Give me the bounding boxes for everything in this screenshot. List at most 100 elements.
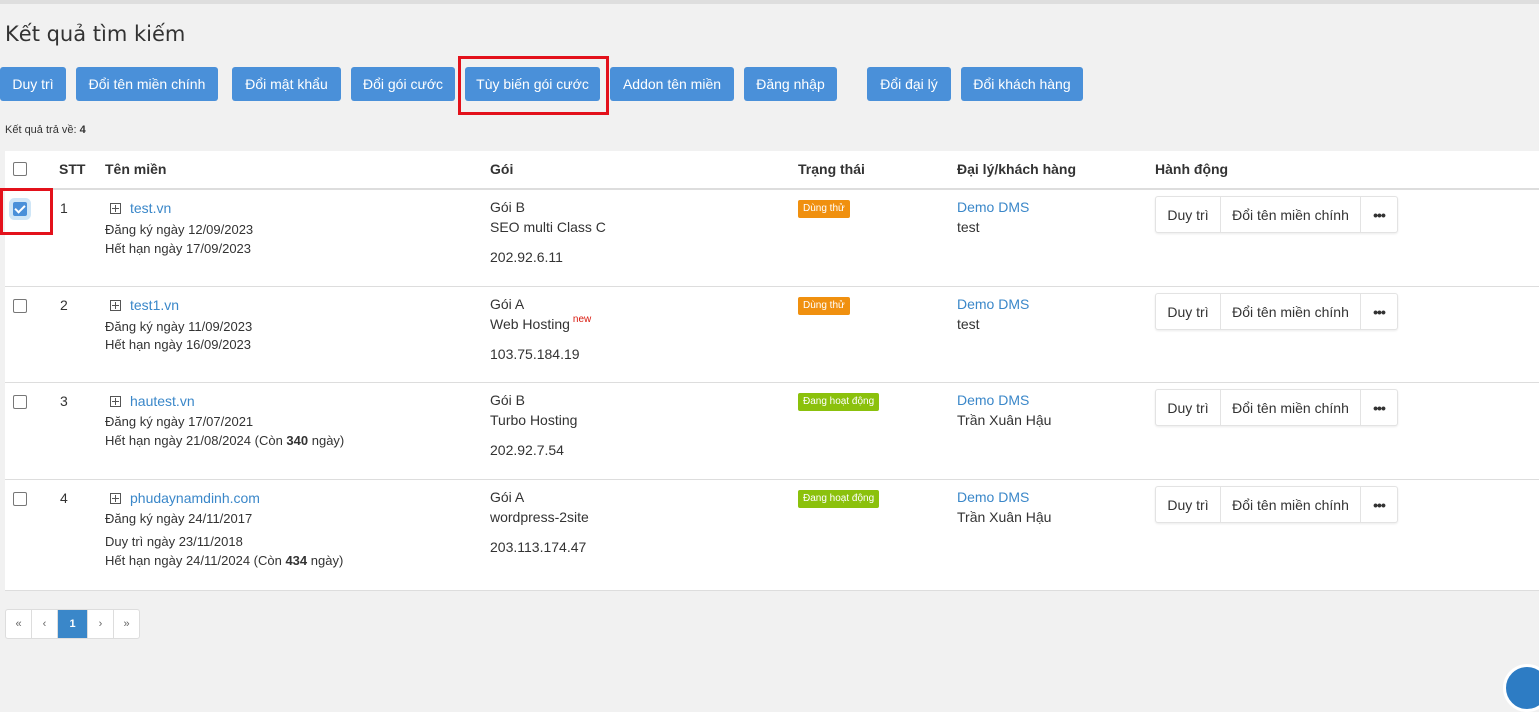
expiry-date: Hết hạn ngày 24/11/2024 (Còn 434 ngày)	[105, 553, 343, 568]
agent-link[interactable]: Demo DMS	[957, 296, 1029, 312]
chat-widget-icon[interactable]	[1503, 664, 1539, 712]
login-button[interactable]: Đăng nhập	[744, 67, 837, 101]
row-stt: 4	[60, 490, 68, 506]
expand-icon[interactable]	[110, 395, 121, 407]
customer-name: test	[957, 219, 980, 235]
registered-date: Đăng ký ngày 11/09/2023	[105, 319, 253, 334]
domain-link[interactable]: test.vn	[130, 200, 171, 216]
plan-name: Turbo Hosting	[490, 412, 578, 428]
package-name: Gói A	[490, 296, 525, 312]
result-count-label: Kết quả trả về:	[5, 124, 77, 136]
pagination: « ‹ 1 › »	[5, 609, 140, 639]
table-row: 4 phudaynamdinh.com Đăng ký ngày 24/11/2…	[5, 480, 1539, 589]
expiry-suffix: ngày)	[308, 433, 345, 448]
more-options-icon[interactable]: •••	[1361, 487, 1397, 522]
customer-name: Trần Xuân Hậu	[957, 509, 1052, 525]
row-actions: Duy trì Đổi tên miền chính •••	[1155, 196, 1398, 233]
table-row: 3 hautest.vn Đăng ký ngày 17/07/2021 Hết…	[5, 383, 1539, 480]
renew-action-button[interactable]: Duy trì	[1156, 487, 1221, 522]
change-agent-button[interactable]: Đổi đại lý	[867, 67, 951, 101]
domain-cell: test1.vn	[110, 297, 179, 313]
renew-action-button[interactable]: Duy trì	[1156, 197, 1221, 232]
agent-link[interactable]: Demo DMS	[957, 489, 1029, 505]
expand-icon[interactable]	[110, 202, 121, 214]
domain-link[interactable]: hautest.vn	[130, 393, 195, 409]
agent-link[interactable]: Demo DMS	[957, 392, 1029, 408]
row-checkbox[interactable]	[13, 492, 27, 506]
expiry-text: Hết hạn ngày 16/09/2023	[105, 337, 252, 352]
days-remaining: 340	[286, 433, 309, 448]
addon-domain-button[interactable]: Addon tên miền	[610, 67, 734, 101]
status-badge: Dùng thử	[798, 297, 850, 315]
status-badge: Đang hoạt động	[798, 490, 880, 508]
rename-action-button[interactable]: Đổi tên miền chính	[1221, 197, 1361, 232]
domain-cell: test.vn	[110, 200, 171, 216]
header-domain: Tên miền	[105, 161, 167, 177]
renew-action-button[interactable]: Duy trì	[1156, 294, 1221, 329]
agent-link[interactable]: Demo DMS	[957, 199, 1029, 215]
row-stt: 1	[60, 200, 68, 216]
days-remaining: 434	[285, 553, 308, 568]
renew-button[interactable]: Duy trì	[0, 67, 66, 101]
page-1-button[interactable]: 1	[58, 610, 88, 638]
plan-name: Web Hosting new	[490, 314, 592, 332]
new-tag: new	[572, 314, 592, 325]
highlight-box-customize	[458, 56, 609, 115]
change-package-button[interactable]: Đổi gói cước	[351, 67, 455, 101]
results-table: STT Tên miền Gói Trạng thái Đại lý/khách…	[5, 151, 1539, 591]
domain-cell: phudaynamdinh.com	[110, 490, 260, 506]
header-stt: STT	[59, 161, 86, 177]
package-name: Gói B	[490, 392, 526, 408]
highlight-box-checkbox	[0, 188, 53, 235]
select-all-checkbox[interactable]	[13, 162, 27, 176]
change-password-button[interactable]: Đổi mật khẩu	[232, 67, 341, 101]
ip-address: 103.75.184.19	[490, 346, 580, 362]
domain-link[interactable]: test1.vn	[130, 297, 179, 313]
rename-action-button[interactable]: Đổi tên miền chính	[1221, 294, 1361, 329]
more-options-icon[interactable]: •••	[1361, 390, 1397, 425]
result-count: Kết quả trả về: 4	[5, 124, 86, 136]
package-name: Gói A	[490, 489, 525, 505]
renew-action-button[interactable]: Duy trì	[1156, 390, 1221, 425]
row-actions: Duy trì Đổi tên miền chính •••	[1155, 293, 1398, 330]
table-row: 1 test.vn Đăng ký ngày 12/09/2023 Hết hạ…	[5, 190, 1539, 287]
package-name: Gói B	[490, 199, 526, 215]
table-row: 2 test1.vn Đăng ký ngày 11/09/2023 Hết h…	[5, 287, 1539, 383]
expiry-date: Hết hạn ngày 16/09/2023	[105, 337, 251, 352]
more-options-icon[interactable]: •••	[1361, 294, 1397, 329]
expiry-text: Hết hạn ngày 17/09/2023	[105, 241, 252, 256]
plan-name: wordpress-2site	[490, 509, 589, 525]
expiry-date: Hết hạn ngày 17/09/2023	[105, 241, 251, 256]
domain-link[interactable]: phudaynamdinh.com	[130, 490, 260, 506]
row-stt: 2	[60, 297, 68, 313]
rename-action-button[interactable]: Đổi tên miền chính	[1221, 487, 1361, 522]
plan-name: SEO multi Class C	[490, 219, 606, 235]
expiry-suffix: ngày)	[307, 553, 344, 568]
ip-address: 202.92.6.11	[490, 249, 563, 265]
ip-address: 202.92.7.54	[490, 442, 564, 458]
last-page-button[interactable]: »	[114, 610, 139, 638]
expand-icon[interactable]	[110, 492, 121, 504]
expiry-text: Hết hạn ngày 24/11/2024 (Còn	[105, 553, 286, 568]
domain-cell: hautest.vn	[110, 393, 195, 409]
customer-name: test	[957, 316, 980, 332]
first-page-button[interactable]: «	[6, 610, 32, 638]
header-agent: Đại lý/khách hàng	[957, 161, 1077, 177]
next-page-button[interactable]: ›	[88, 610, 114, 638]
row-checkbox[interactable]	[13, 299, 27, 313]
change-customer-button[interactable]: Đổi khách hàng	[961, 67, 1083, 101]
expand-icon[interactable]	[110, 299, 121, 311]
change-main-domain-button[interactable]: Đổi tên miền chính	[76, 67, 218, 101]
header-status: Trạng thái	[798, 161, 865, 177]
page-title: Kết quả tìm kiếm	[5, 22, 186, 46]
prev-page-button[interactable]: ‹	[32, 610, 58, 638]
row-actions: Duy trì Đổi tên miền chính •••	[1155, 486, 1398, 523]
more-options-icon[interactable]: •••	[1361, 197, 1397, 232]
expiry-text: Hết hạn ngày 21/08/2024 (Còn	[105, 433, 287, 448]
rename-action-button[interactable]: Đổi tên miền chính	[1221, 390, 1361, 425]
table-header: STT Tên miền Gói Trạng thái Đại lý/khách…	[5, 151, 1539, 190]
row-checkbox[interactable]	[13, 395, 27, 409]
header-package: Gói	[490, 161, 514, 177]
plan-text: Web Hosting	[490, 316, 570, 332]
registered-date: Đăng ký ngày 17/07/2021	[105, 414, 254, 429]
